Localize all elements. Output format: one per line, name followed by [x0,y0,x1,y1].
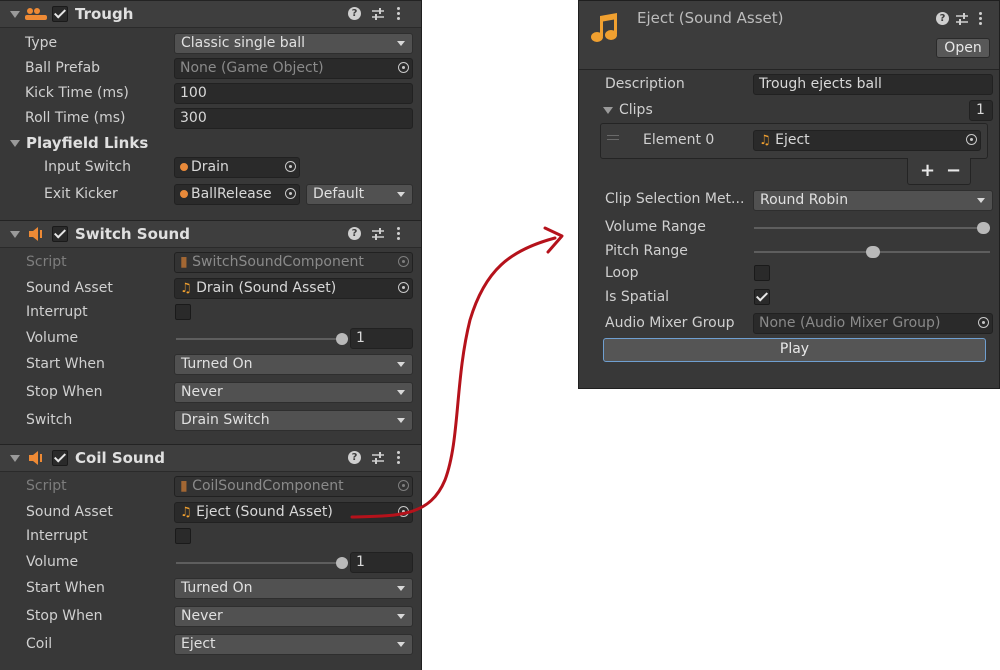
annotation-arrow [350,226,564,519]
